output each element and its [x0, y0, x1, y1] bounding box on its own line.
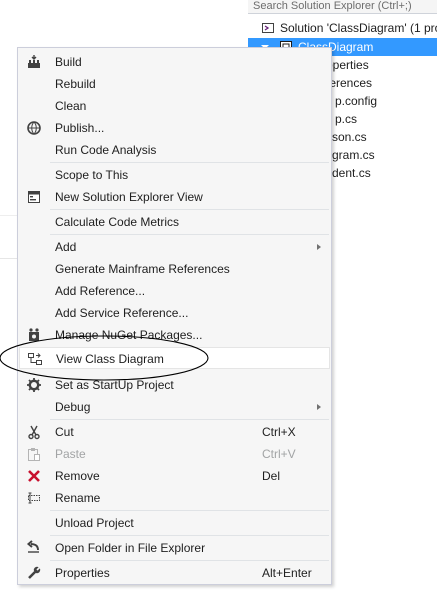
- remove-icon: [28, 470, 40, 482]
- menu-item-unload-project[interactable]: Unload Project: [19, 512, 330, 534]
- menu-item-label: Clean: [55, 99, 87, 113]
- new-view-icon: [28, 191, 40, 203]
- person-cs-node-label: rson.cs: [328, 130, 367, 144]
- menu-separator: [50, 560, 329, 561]
- scissors-icon: [28, 425, 40, 440]
- solution-icon: [262, 23, 274, 33]
- menu-item-set-as-startup-project[interactable]: Set as StartUp Project: [19, 374, 330, 396]
- menu-item-shortcut: Ctrl+V: [262, 447, 296, 461]
- menu-item-label: Publish...: [55, 121, 105, 135]
- menu-item-label: New Solution Explorer View: [55, 190, 203, 204]
- menu-item-add-service-reference[interactable]: Add Service Reference...: [19, 302, 330, 324]
- menu-item-new-solution-explorer-view[interactable]: New Solution Explorer View: [19, 186, 330, 208]
- menu-item-properties[interactable]: Properties Alt+Enter: [19, 562, 330, 584]
- menu-item-shortcut: Del: [262, 469, 281, 483]
- menu-item-label: View Class Diagram: [56, 352, 164, 366]
- menu-separator: [50, 419, 329, 420]
- context-menu: Build Rebuild Clean Publish... Run Code …: [17, 47, 332, 585]
- menu-item-label: Unload Project: [55, 516, 134, 530]
- menu-item-manage-nuget-packages[interactable]: Manage NuGet Packages...: [19, 324, 330, 346]
- submenu-arrow-icon: [317, 244, 321, 250]
- references-node-label: ferences: [326, 76, 373, 90]
- menu-separator: [50, 162, 329, 163]
- properties-node-label: operties: [326, 58, 369, 72]
- menu-item-label: Paste: [55, 447, 86, 461]
- menu-item-add[interactable]: Add: [19, 236, 330, 258]
- rename-icon: [28, 492, 40, 504]
- menu-item-generate-mainframe-references[interactable]: Generate Mainframe References: [19, 258, 330, 280]
- menu-separator: [50, 510, 329, 511]
- paste-icon: [28, 448, 40, 461]
- student-cs-node-label: dent.cs: [332, 166, 371, 180]
- menu-separator: [50, 535, 329, 536]
- publish-icon: [27, 121, 41, 135]
- app-cs-node-label: p.cs: [335, 112, 358, 126]
- solution-search-input[interactable]: Search Solution Explorer (Ctrl+;): [248, 0, 437, 14]
- menu-item-shortcut: Alt+Enter: [262, 566, 312, 580]
- class-diagram-icon: [28, 353, 42, 365]
- submenu-arrow-icon: [317, 404, 321, 410]
- menu-item-calculate-code-metrics[interactable]: Calculate Code Metrics: [19, 211, 330, 233]
- menu-item-label: Calculate Code Metrics: [55, 215, 180, 229]
- menu-item-shortcut: Ctrl+X: [262, 425, 296, 439]
- wrench-icon: [28, 566, 41, 579]
- menu-item-label: Generate Mainframe References: [55, 262, 230, 276]
- gear-icon: [27, 378, 41, 392]
- menu-item-add-reference[interactable]: Add Reference...: [19, 280, 330, 302]
- menu-item-label: Set as StartUp Project: [55, 378, 174, 392]
- menu-item-clean[interactable]: Clean: [19, 95, 330, 117]
- menu-item-label: Debug: [55, 400, 91, 414]
- menu-item-label: Run Code Analysis: [55, 143, 157, 157]
- menu-item-paste[interactable]: Paste Ctrl+V: [19, 443, 330, 465]
- open-folder-icon: [26, 540, 39, 553]
- menu-item-label: Add Service Reference...: [55, 306, 189, 320]
- menu-item-label: Add Reference...: [55, 284, 146, 298]
- build-icon: [28, 55, 40, 68]
- menu-item-label: Rebuild: [55, 77, 96, 91]
- menu-item-publish[interactable]: Publish...: [19, 117, 330, 139]
- menu-item-label: Build: [55, 55, 82, 69]
- menu-item-label: Remove: [55, 469, 100, 483]
- menu-item-label: Rename: [55, 491, 101, 505]
- menu-item-open-folder-in-file-explorer[interactable]: Open Folder in File Explorer: [19, 537, 330, 559]
- menu-item-debug[interactable]: Debug: [19, 396, 330, 418]
- menu-separator: [50, 209, 329, 210]
- menu-item-label: Open Folder in File Explorer: [55, 541, 206, 555]
- menu-item-cut[interactable]: Cut Ctrl+X: [19, 421, 330, 443]
- solution-node-label: Solution 'ClassDiagram' (1 pro: [280, 21, 437, 35]
- menu-item-scope-to-this[interactable]: Scope to This: [19, 164, 330, 186]
- app-config-node-label: p.config: [335, 94, 378, 108]
- menu-item-label: Add: [55, 240, 77, 254]
- editor-divider: [0, 258, 18, 259]
- menu-item-build[interactable]: Build: [19, 51, 330, 73]
- menu-separator: [50, 234, 329, 235]
- menu-item-label: Manage NuGet Packages...: [55, 328, 203, 342]
- editor-divider-top: [0, 215, 18, 216]
- menu-item-label: Scope to This: [55, 168, 129, 182]
- menu-item-remove[interactable]: Remove Del: [19, 465, 330, 487]
- menu-item-label: Cut: [55, 425, 74, 439]
- menu-item-view-class-diagram[interactable]: View Class Diagram: [19, 347, 330, 369]
- nuget-icon: [29, 328, 39, 341]
- menu-item-rebuild[interactable]: Rebuild: [19, 73, 330, 95]
- menu-item-label: Properties: [55, 566, 110, 580]
- menu-item-rename[interactable]: Rename: [19, 487, 330, 509]
- menu-item-run-code-analysis[interactable]: Run Code Analysis: [19, 139, 330, 161]
- program-cs-node-label: gram.cs: [332, 148, 375, 162]
- solution-node[interactable]: Solution 'ClassDiagram' (1 pro: [248, 19, 437, 37]
